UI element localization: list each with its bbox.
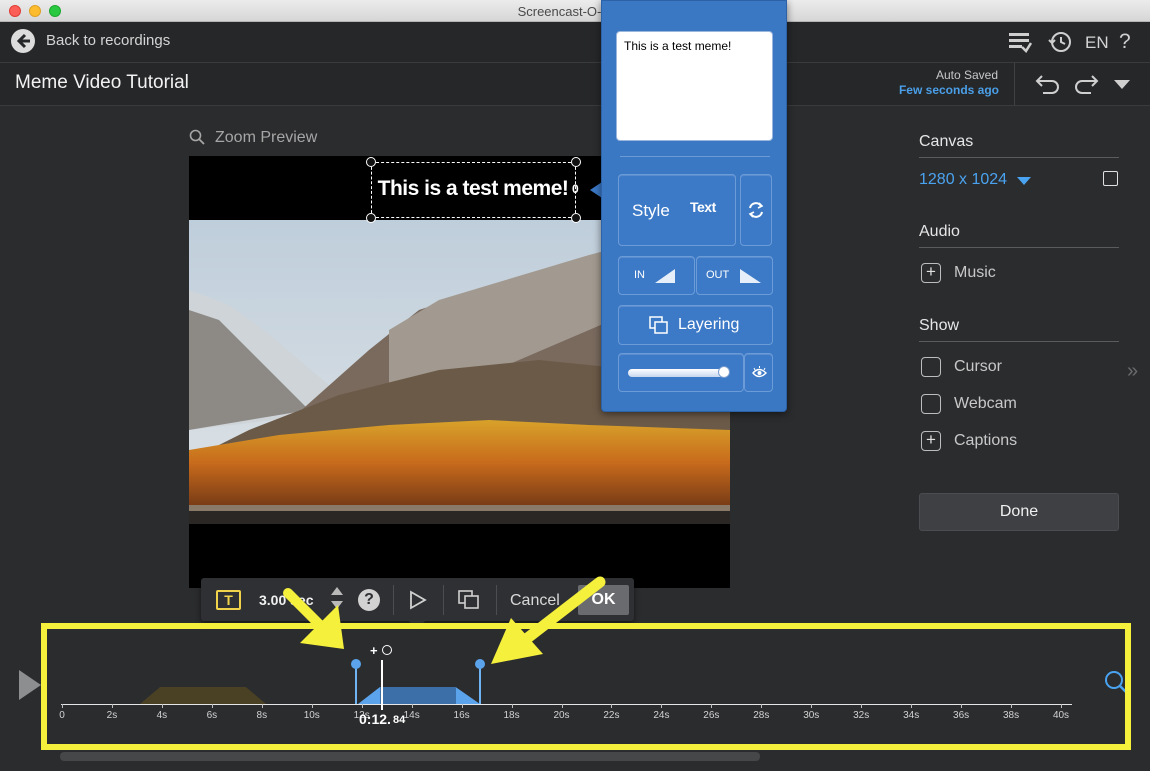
refresh-style-button[interactable] [740, 174, 772, 246]
resize-handle-top-left[interactable] [366, 157, 376, 167]
app-window: { "window": {"title": "Screencast-O-Mati… [0, 0, 1150, 771]
window-titlebar: Screencast-O-Matic [0, 0, 1150, 22]
checklist-icon[interactable] [1008, 31, 1033, 58]
popup-divider [620, 156, 770, 157]
transition-in-button[interactable] [618, 256, 695, 295]
webcam-label[interactable]: Webcam [954, 395, 1017, 413]
transition-in-label: IN [634, 269, 645, 281]
canvas-divider [919, 157, 1119, 158]
zoom-preview-button[interactable]: Zoom Preview [215, 129, 317, 147]
canvas-size-dropdown[interactable]: 1280 x 1024 [919, 171, 1007, 189]
autosave-time: Few seconds ago [898, 83, 999, 97]
webcam-checkbox[interactable] [921, 394, 941, 414]
project-title[interactable]: Meme Video Tutorial [15, 72, 189, 94]
music-label[interactable]: Music [954, 264, 996, 282]
edit-toolbar-divider [443, 585, 444, 615]
autosave-label: Auto Saved [935, 68, 998, 82]
canvas-size-chevron-down-icon[interactable] [1017, 177, 1031, 185]
timeline-play-icon[interactable] [19, 670, 41, 700]
resize-handle-bottom-right[interactable] [571, 213, 581, 223]
style-button-label: Style [632, 201, 670, 220]
header-divider [1014, 63, 1015, 105]
help-icon[interactable]: ? [1119, 30, 1131, 54]
top-toolbar [0, 22, 1150, 62]
add-music-plus-icon[interactable]: + [921, 263, 941, 283]
visibility-button[interactable] [744, 353, 773, 392]
timeline-scrollbar[interactable] [60, 752, 760, 761]
transition-out-label: OUT [706, 269, 730, 281]
collapse-panel-chevron-icon[interactable]: » [1127, 360, 1138, 383]
add-captions-plus-icon[interactable]: + [921, 431, 941, 451]
meme-text-overlay[interactable]: This is a test meme! [377, 177, 569, 201]
edit-toolbar-divider [393, 585, 394, 615]
language-selector[interactable]: EN [1085, 33, 1109, 53]
back-arrow-icon[interactable] [11, 29, 35, 53]
style-preview-text: Text [690, 199, 716, 215]
cursor-checkbox[interactable] [921, 357, 941, 377]
redo-icon[interactable] [1073, 73, 1099, 100]
resize-handle-top-right[interactable] [571, 157, 581, 167]
captions-label[interactable]: Captions [954, 432, 1017, 450]
annotation-arrow-left [485, 574, 613, 673]
preview-play-icon[interactable] [408, 590, 428, 615]
audio-divider [919, 247, 1119, 248]
history-icon[interactable] [1048, 30, 1072, 59]
layer-index-label: 0 [572, 182, 579, 196]
text-type-icon[interactable]: T [216, 590, 241, 610]
window-title: Screencast-O-Matic [517, 4, 633, 19]
back-to-recordings-link[interactable]: Back to recordings [46, 32, 170, 49]
canvas-heading: Canvas [919, 133, 974, 150]
undo-icon[interactable] [1035, 73, 1061, 100]
eye-icon [752, 366, 767, 378]
more-options-chevron-icon[interactable] [1114, 80, 1130, 89]
show-heading: Show [919, 317, 960, 334]
cursor-label[interactable]: Cursor [954, 358, 1002, 376]
zoom-search-icon[interactable] [189, 129, 205, 145]
edit-help-icon[interactable]: ? [358, 589, 380, 611]
ramp-up-icon [655, 269, 675, 283]
opacity-slider-track[interactable] [628, 369, 728, 377]
overlay-text-input[interactable]: This is a test meme! [616, 31, 773, 141]
canvas-checkbox[interactable] [1103, 171, 1118, 186]
annotation-arrow-right [282, 587, 352, 662]
refresh-icon [748, 202, 764, 218]
duplicate-icon[interactable] [458, 590, 480, 615]
audio-heading: Audio [919, 223, 960, 240]
layering-label: Layering [678, 316, 740, 333]
show-divider [919, 341, 1119, 342]
done-button[interactable]: Done [919, 493, 1119, 531]
opacity-slider-knob[interactable] [718, 366, 730, 378]
resize-handle-bottom-left[interactable] [366, 213, 376, 223]
